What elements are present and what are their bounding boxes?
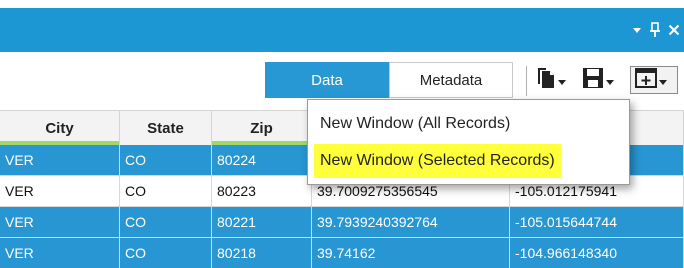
tab-metadata[interactable]: Metadata bbox=[389, 62, 513, 98]
dropdown-arrow-icon[interactable] bbox=[632, 25, 642, 35]
menu-item-new-window-all[interactable]: New Window (All Records) bbox=[314, 107, 516, 141]
table-cell: -104.966148340 bbox=[510, 238, 684, 268]
column-header-label: State bbox=[147, 119, 184, 137]
table-cell: 80218 bbox=[212, 238, 312, 268]
table-cell: CO bbox=[120, 207, 212, 238]
copy-icon bbox=[536, 66, 556, 95]
table-cell: CO bbox=[120, 145, 212, 176]
table-cell: 39.7939240392764 bbox=[312, 207, 510, 238]
column-header-zip[interactable]: Zip bbox=[212, 111, 312, 145]
table-cell: -105.015644744 bbox=[510, 207, 684, 238]
save-button[interactable] bbox=[582, 65, 614, 95]
table-cell: CO bbox=[120, 176, 212, 207]
toolbar-divider bbox=[526, 66, 527, 96]
table-cell: 80221 bbox=[212, 207, 312, 238]
column-header-label: Zip bbox=[250, 119, 273, 137]
new-window-icon bbox=[635, 67, 657, 93]
column-header-city[interactable]: City bbox=[0, 111, 120, 145]
table-cell: VER bbox=[0, 145, 120, 176]
panel-title-bar bbox=[0, 8, 684, 53]
column-header-state[interactable]: State bbox=[120, 111, 212, 145]
table-cell: VER bbox=[0, 207, 120, 238]
table-row[interactable]: VER CO 80218 39.74162 -104.966148340 bbox=[0, 238, 684, 268]
title-bar-controls bbox=[632, 8, 684, 52]
table-cell: CO bbox=[120, 238, 212, 268]
data-panel: Data Metadata City State Zip VER CO 8022… bbox=[0, 0, 684, 268]
new-window-button[interactable] bbox=[630, 66, 678, 94]
table-cell: 80224 bbox=[212, 145, 312, 176]
save-icon bbox=[582, 66, 604, 95]
column-header-label: City bbox=[45, 119, 74, 137]
table-cell: VER bbox=[0, 176, 120, 207]
table-cell: VER bbox=[0, 238, 120, 268]
new-window-menu: New Window (All Records) New Window (Sel… bbox=[307, 99, 630, 185]
table-cell: 80223 bbox=[212, 176, 312, 207]
tab-data[interactable]: Data bbox=[265, 62, 389, 98]
table-cell: 39.74162 bbox=[312, 238, 510, 268]
chevron-down-icon bbox=[606, 79, 614, 85]
chevron-down-icon bbox=[558, 79, 566, 85]
pin-icon[interactable] bbox=[649, 22, 661, 38]
chevron-down-icon bbox=[659, 79, 667, 85]
table-row[interactable]: VER CO 80221 39.7939240392764 -105.01564… bbox=[0, 207, 684, 238]
copy-button[interactable] bbox=[536, 65, 566, 95]
close-icon[interactable] bbox=[668, 24, 680, 36]
menu-item-new-window-selected[interactable]: New Window (Selected Records) bbox=[314, 144, 561, 178]
